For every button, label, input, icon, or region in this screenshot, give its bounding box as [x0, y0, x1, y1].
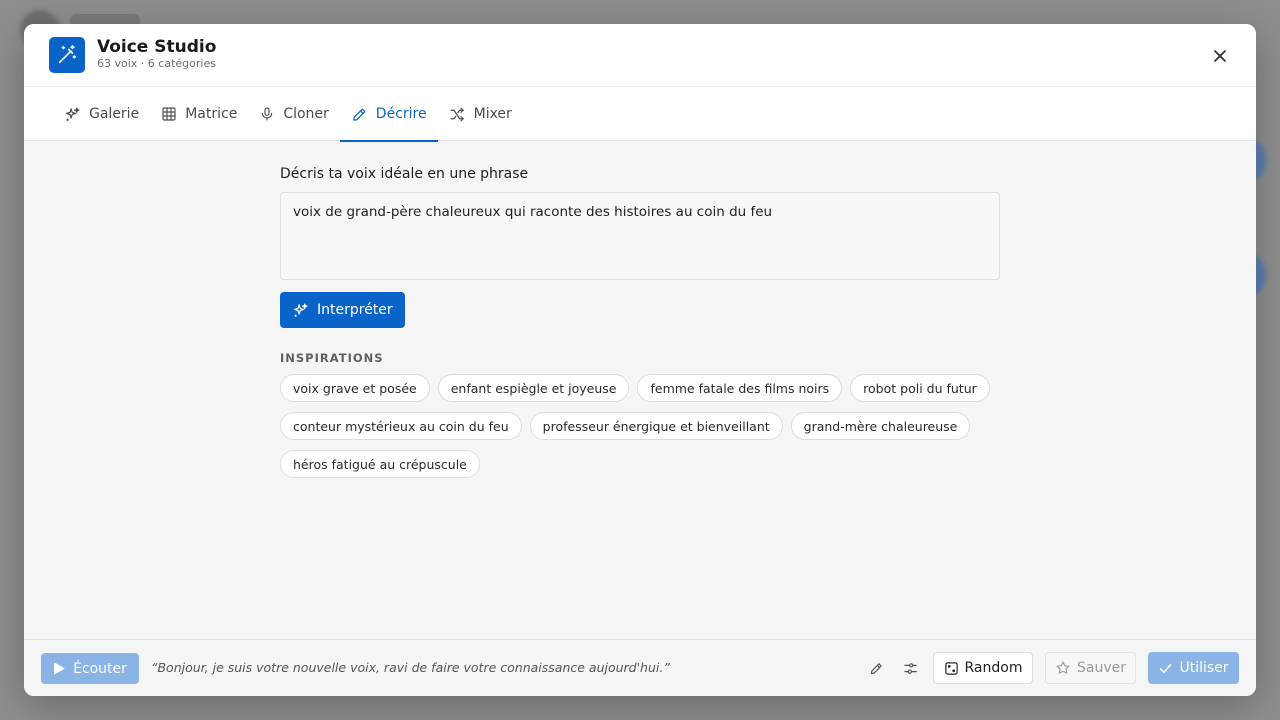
tab-galerie[interactable]: Galerie: [53, 87, 150, 141]
voice-studio-dialog: Voice Studio 63 voix · 6 catégories Gale…: [24, 24, 1256, 696]
interpret-label: Interpréter: [317, 302, 393, 318]
microphone-icon: [262, 107, 273, 121]
save-label: Sauver: [1077, 660, 1126, 676]
random-label: Random: [964, 660, 1023, 676]
save-button[interactable]: Sauver: [1045, 652, 1136, 684]
close-icon: [1214, 50, 1226, 62]
pencil-icon: [352, 108, 366, 121]
preview-sentence: “Bonjour, je suis votre nouvelle voix, r…: [151, 660, 670, 675]
tab-decrire[interactable]: Décrire: [339, 87, 438, 142]
inspiration-chip[interactable]: grand-mère chaleureuse: [790, 412, 971, 440]
inspirations-heading: INSPIRATIONS: [280, 351, 384, 365]
close-button[interactable]: [1206, 42, 1234, 70]
use-label: Utiliser: [1179, 660, 1229, 676]
tab-mixer[interactable]: Mixer: [438, 87, 523, 141]
star-icon: [1056, 661, 1070, 674]
inspirations-list: voix grave et posée enfant espiègle et j…: [280, 374, 1000, 478]
listen-label: Écouter: [73, 660, 127, 677]
tab-label: Décrire: [375, 106, 427, 122]
tab-label: Galerie: [89, 106, 140, 122]
dialog-subtitle: 63 voix · 6 catégories: [97, 57, 216, 70]
sparkles-icon: [65, 107, 80, 121]
inspiration-chip[interactable]: héros fatigué au crépuscule: [280, 450, 480, 478]
edit-preview-button[interactable]: [866, 658, 886, 678]
interpret-button[interactable]: Interpréter: [280, 292, 405, 328]
inspiration-chip[interactable]: enfant espiègle et joyeuse: [437, 374, 630, 402]
listen-button[interactable]: Écouter: [41, 653, 139, 684]
inspiration-chip[interactable]: robot poli du futur: [850, 374, 990, 402]
use-button[interactable]: Utiliser: [1148, 652, 1239, 684]
magic-wand-icon: [49, 37, 85, 73]
random-button[interactable]: Random: [933, 652, 1033, 684]
tab-label: Matrice: [185, 106, 238, 122]
inspiration-chip[interactable]: femme fatale des films noirs: [637, 374, 843, 402]
prompt-label: Décris ta voix idéale en une phrase: [280, 166, 529, 182]
inspiration-chip[interactable]: professeur énergique et bienveillant: [529, 412, 783, 440]
pencil-icon: [870, 662, 882, 674]
tab-label: Cloner: [283, 106, 329, 122]
check-icon: [1160, 663, 1172, 673]
dice-icon: [944, 661, 958, 675]
tab-label: Mixer: [473, 106, 512, 122]
shuffle-icon: [450, 107, 464, 121]
tab-matrice[interactable]: Matrice: [150, 87, 248, 141]
dialog-footer: Écouter “Bonjour, je suis votre nouvelle…: [24, 639, 1256, 696]
voice-settings-button[interactable]: [900, 658, 920, 678]
tab-cloner[interactable]: Cloner: [248, 87, 339, 141]
sparkles-icon: [293, 303, 308, 317]
grid-icon: [162, 107, 176, 121]
tab-bar: Galerie Matrice Cloner Décrire Mixer: [24, 87, 1256, 142]
voice-description-input[interactable]: voix de grand-père chaleureux qui racont…: [280, 192, 1000, 280]
inspiration-chip[interactable]: voix grave et posée: [280, 374, 430, 402]
play-icon: [54, 662, 65, 675]
inspiration-chip[interactable]: conteur mystérieux au coin du feu: [280, 412, 522, 440]
dialog-header: Voice Studio 63 voix · 6 catégories: [24, 24, 1256, 87]
sliders-icon: [903, 662, 917, 674]
dialog-title: Voice Studio: [97, 37, 217, 57]
describe-panel: Décris ta voix idéale en une phrase voix…: [280, 165, 1000, 478]
